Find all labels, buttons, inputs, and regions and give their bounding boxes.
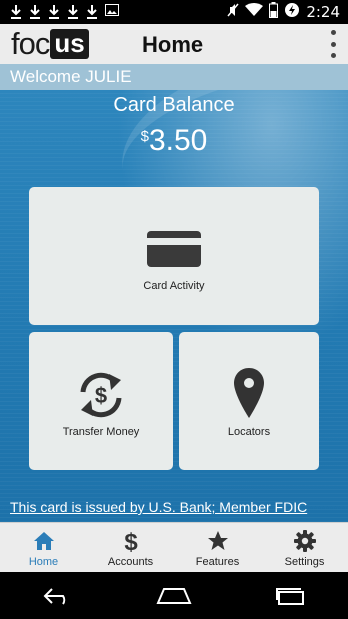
nav-accounts[interactable]: $ Accounts <box>87 523 174 572</box>
svg-text:$: $ <box>124 529 138 553</box>
welcome-banner: Welcome JULIE <box>0 64 348 90</box>
card-activity-tile[interactable]: Card Activity <box>29 187 319 325</box>
nav-features-label: Features <box>195 556 240 568</box>
download-icon <box>48 4 60 20</box>
balance-value: $3.50 <box>0 124 348 158</box>
locators-tile[interactable]: Locators <box>179 332 319 470</box>
star-icon <box>207 529 229 553</box>
logo-text-left: foc <box>11 26 50 61</box>
image-icon <box>105 3 119 21</box>
main-content: Card Balance $3.50 Card Activity $ Trans… <box>0 90 348 522</box>
credit-card-icon <box>147 231 201 267</box>
nav-features[interactable]: Features <box>174 523 261 572</box>
transfer-money-label: Transfer Money <box>62 426 140 438</box>
notification-icons <box>0 3 119 21</box>
app-header: foc us Home <box>0 24 348 64</box>
nav-settings[interactable]: Settings <box>261 523 348 572</box>
map-pin-icon <box>234 368 264 418</box>
focus-logo: foc us <box>11 27 89 59</box>
balance-label: Card Balance <box>113 94 235 116</box>
back-button[interactable] <box>38 581 78 611</box>
download-icon <box>86 4 98 20</box>
download-icon <box>67 4 79 20</box>
currency-symbol: $ <box>140 128 149 145</box>
nav-accounts-label: Accounts <box>107 556 154 568</box>
home-icon <box>33 529 55 553</box>
nav-home[interactable]: Home <box>0 523 87 572</box>
card-activity-label: Card Activity <box>143 280 205 292</box>
clock: 2:24 <box>306 3 340 21</box>
page-title: Home <box>142 32 204 57</box>
recents-icon <box>276 587 304 605</box>
download-icon <box>10 4 22 20</box>
dollar-icon: $ <box>123 529 139 553</box>
transfer-money-tile[interactable]: $ Transfer Money <box>29 332 173 470</box>
svg-text:$: $ <box>95 383 107 408</box>
wifi-icon <box>245 2 264 22</box>
recents-button[interactable] <box>270 581 310 611</box>
balance-amount: 3.50 <box>148 124 208 157</box>
download-icon <box>29 4 41 20</box>
gear-icon <box>293 529 316 553</box>
status-bar: 2:24 <box>0 0 348 24</box>
home-system-button[interactable] <box>154 581 194 611</box>
locators-label: Locators <box>227 426 271 438</box>
transfer-money-icon: $ <box>80 372 122 418</box>
overflow-menu-icon[interactable] <box>328 30 338 58</box>
system-navigation-bar <box>0 572 348 619</box>
back-icon <box>43 587 66 605</box>
logo-text-right: us <box>50 29 89 59</box>
nav-home-label: Home <box>28 556 59 568</box>
mute-icon <box>227 3 239 22</box>
battery-icon <box>269 1 279 23</box>
home-outline-icon <box>156 587 192 604</box>
nav-settings-label: Settings <box>284 556 325 568</box>
fdic-disclosure-link[interactable]: This card is issued by U.S. Bank; Member… <box>10 499 307 515</box>
bottom-navigation: Home $ Accounts Features Settings <box>0 522 348 572</box>
data-saver-icon <box>284 2 300 23</box>
